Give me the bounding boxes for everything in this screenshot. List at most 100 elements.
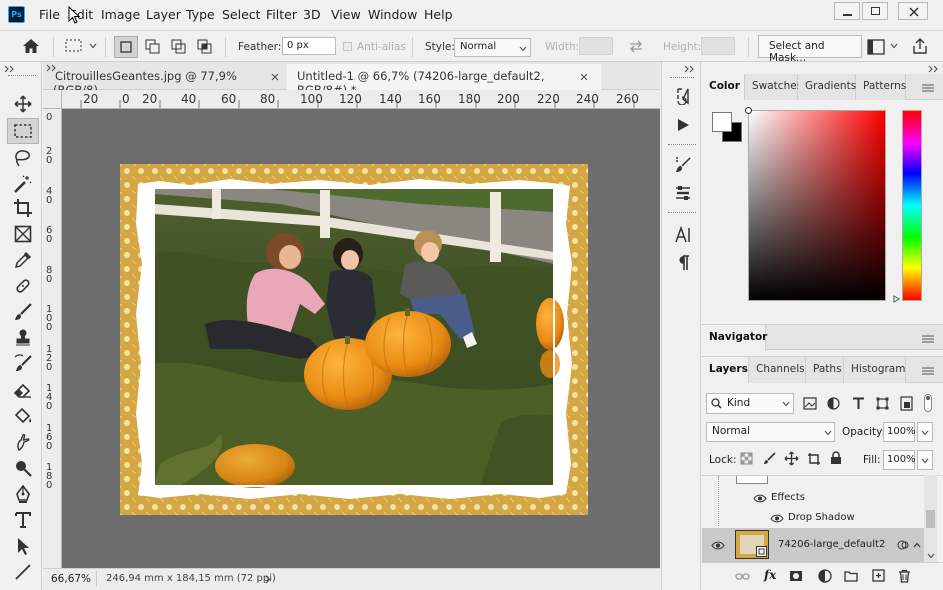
layer-effects-badge-icon[interactable] (897, 539, 909, 551)
collapse-icon[interactable] (4, 65, 16, 73)
type-tool[interactable] (8, 508, 38, 532)
collapse-icon[interactable] (684, 65, 696, 73)
history-panel-button[interactable] (672, 85, 694, 107)
menu-window[interactable]: Window (368, 7, 417, 22)
rectangular-marquee-tool[interactable] (7, 118, 39, 144)
document-canvas[interactable] (120, 164, 588, 515)
layer-kind-filter[interactable]: Kind (706, 393, 794, 414)
filter-type-icon[interactable] (852, 397, 865, 410)
menu-3d[interactable]: 3D (303, 7, 321, 22)
scrollbar-thumb[interactable] (926, 510, 935, 528)
anti-alias-checkbox[interactable] (343, 42, 352, 51)
menu-select[interactable]: Select (222, 7, 261, 22)
brushes-panel-button[interactable] (672, 182, 694, 204)
pen-tool[interactable] (8, 482, 38, 506)
menu-type[interactable]: Type (186, 7, 215, 22)
height-input[interactable] (701, 37, 735, 55)
line-tool[interactable] (8, 560, 38, 584)
fill-input[interactable]: 100% (883, 450, 916, 470)
paint-bucket-tool[interactable] (8, 404, 38, 428)
lock-transparent-icon[interactable] (740, 452, 753, 465)
delete-layer-icon[interactable] (898, 569, 911, 583)
subtract-selection-icon[interactable] (171, 39, 187, 55)
move-tool[interactable] (8, 92, 38, 116)
tab-paths[interactable]: Paths (806, 357, 844, 383)
canvas-area[interactable] (62, 109, 660, 568)
blend-mode-select[interactable]: Normal (706, 422, 835, 442)
collapse-icon[interactable] (928, 65, 940, 73)
drop-shadow-row[interactable]: Drop Shadow (702, 509, 943, 529)
effects-row[interactable]: Effects (702, 489, 943, 509)
style-select[interactable]: Normal (454, 38, 531, 57)
link-layers-icon[interactable] (735, 572, 750, 581)
close-icon[interactable] (271, 73, 279, 81)
menu-file[interactable]: File (39, 7, 60, 22)
tab-channels[interactable]: Channels (749, 357, 806, 383)
path-selection-tool[interactable] (8, 534, 38, 558)
actions-panel-button[interactable] (672, 114, 694, 136)
hue-slider[interactable] (902, 110, 922, 301)
chevron-right-icon[interactable] (265, 575, 271, 584)
close-button[interactable] (898, 2, 928, 20)
scroll-down-icon[interactable] (927, 553, 935, 559)
fill-dropdown[interactable] (917, 450, 933, 470)
layers-scrollbar[interactable] (924, 475, 937, 562)
paragraph-panel-button[interactable] (672, 252, 694, 274)
tab-histogram[interactable]: Histogram (844, 357, 906, 383)
filter-toggle[interactable] (924, 394, 932, 412)
layer-name[interactable]: 74206-large_default2 (778, 539, 885, 550)
lock-position-icon[interactable] (784, 451, 799, 466)
layer-row-active[interactable]: 74206-large_default2 (702, 528, 924, 562)
new-layer-icon[interactable] (872, 569, 885, 582)
filter-smart-object-icon[interactable] (900, 396, 913, 411)
tab-layers[interactable]: Layers (702, 357, 749, 383)
panel-menu-icon[interactable] (922, 367, 934, 375)
crop-tool[interactable] (8, 196, 38, 220)
minimize-button[interactable] (834, 2, 860, 20)
panel-menu-icon[interactable] (922, 84, 934, 92)
layer-row[interactable] (702, 476, 943, 489)
new-selection-button[interactable] (114, 36, 138, 58)
color-picker-marker[interactable] (745, 107, 752, 114)
menu-view[interactable]: View (331, 7, 361, 22)
frame-tool[interactable] (8, 222, 38, 246)
opacity-input[interactable]: 100% (883, 422, 916, 442)
menu-layer[interactable]: Layer (146, 7, 181, 22)
feather-input[interactable]: 0 px (282, 37, 336, 55)
panel-menu-icon[interactable] (922, 335, 934, 343)
workspace-icon[interactable] (867, 39, 885, 55)
eraser-tool[interactable] (8, 378, 38, 402)
tab-gradients[interactable]: Gradients (798, 74, 856, 100)
filter-shape-icon[interactable] (876, 397, 889, 410)
new-adjustment-layer-icon[interactable] (818, 569, 832, 583)
share-icon[interactable] (912, 38, 928, 55)
add-selection-icon[interactable] (145, 39, 161, 55)
intersect-selection-icon[interactable] (197, 39, 213, 55)
brush-tool[interactable] (8, 300, 38, 324)
swap-icon[interactable] (628, 40, 644, 53)
chevron-down-icon[interactable] (89, 43, 97, 49)
smudge-tool[interactable] (8, 430, 38, 454)
zoom-level[interactable]: 66,67% (51, 573, 91, 585)
lock-all-icon[interactable] (830, 451, 842, 465)
select-and-mask-button[interactable]: Select and Mask... (758, 35, 862, 64)
hue-slider-handle-icon[interactable] (893, 295, 900, 303)
menu-image[interactable]: Image (101, 7, 140, 22)
clone-stamp-tool[interactable] (8, 326, 38, 350)
close-icon[interactable] (580, 73, 588, 81)
tab-untitled-1[interactable]: Untitled-1 @ 66,7% (74206-large_default2… (287, 64, 601, 97)
character-panel-button[interactable] (672, 224, 694, 246)
tab-swatches[interactable]: Swatches (745, 74, 802, 100)
maximize-button[interactable] (862, 2, 888, 20)
dodge-tool[interactable] (8, 456, 38, 480)
color-field[interactable] (745, 107, 886, 301)
tab-navigator[interactable]: Navigator (702, 325, 767, 351)
eyedropper-tool[interactable] (8, 248, 38, 272)
visibility-eye-icon[interactable] (753, 494, 767, 503)
menu-help[interactable]: Help (424, 7, 453, 22)
tab-patterns[interactable]: Patterns (856, 74, 906, 100)
tab-color[interactable]: Color (702, 74, 745, 100)
add-mask-icon[interactable] (789, 570, 803, 582)
fx-icon[interactable]: fx (764, 568, 776, 582)
foreground-color-swatch[interactable] (712, 112, 732, 132)
